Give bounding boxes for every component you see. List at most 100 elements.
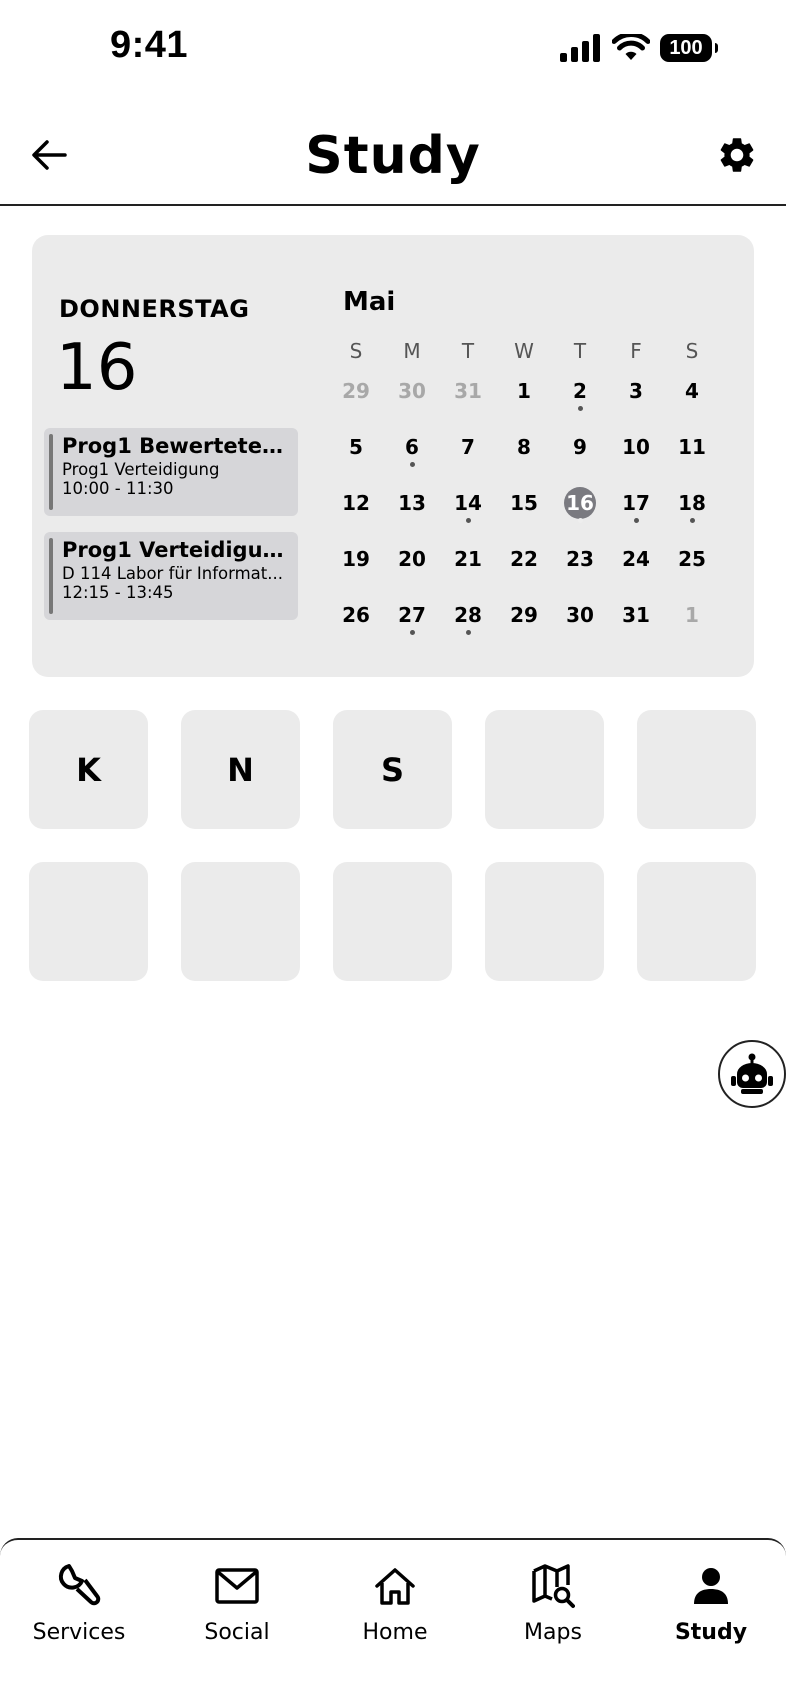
calendar-day[interactable]: 15 — [504, 483, 544, 523]
calendar-day-number: 10 — [622, 435, 650, 459]
calendar-day[interactable]: 21 — [448, 539, 488, 579]
person-icon — [694, 1568, 728, 1604]
calendar-day[interactable]: 3 — [616, 371, 656, 411]
shortcut-tile[interactable] — [485, 862, 604, 981]
calendar-day-number: 17 — [622, 491, 650, 515]
assistant-bot-button[interactable] — [718, 1040, 786, 1108]
calendar-day-number: 9 — [573, 435, 587, 459]
calendar-day-number: 3 — [629, 379, 643, 403]
calendar-day[interactable]: 9 — [560, 427, 600, 467]
calendar-day[interactable]: 29 — [504, 595, 544, 635]
shortcut-tile[interactable] — [29, 862, 148, 981]
tab-label: Maps — [524, 1620, 582, 1645]
tab-study[interactable]: Study — [636, 1562, 786, 1662]
calendar-day[interactable]: 24 — [616, 539, 656, 579]
calendar-day[interactable]: 7 — [448, 427, 488, 467]
calendar-day-number: 26 — [342, 603, 370, 627]
tab-social[interactable]: Social — [162, 1562, 312, 1662]
gear-icon — [720, 138, 754, 172]
calendar-day[interactable]: 14 — [448, 483, 488, 523]
tab-services[interactable]: Services — [4, 1562, 154, 1662]
calendar-day-number: 14 — [454, 491, 482, 515]
calendar-day-number: 30 — [566, 603, 594, 627]
event-indicator-dot — [578, 518, 583, 523]
shortcut-tile[interactable]: K — [29, 710, 148, 829]
calendar-day[interactable]: 30 — [560, 595, 600, 635]
calendar-day[interactable]: 5 — [336, 427, 376, 467]
calendar-day-number: 21 — [454, 547, 482, 571]
event-card[interactable]: Prog1 Bewerteter ... Prog1 Verteidigung … — [44, 428, 298, 516]
calendar-day-number: 1 — [517, 379, 531, 403]
calendar-day[interactable]: 23 — [560, 539, 600, 579]
weekday-label: W — [514, 339, 534, 363]
calendar-day-number: 2 — [573, 379, 587, 403]
wifi-icon — [612, 34, 650, 60]
calendar-day[interactable]: 20 — [392, 539, 432, 579]
calendar-day-number: 5 — [349, 435, 363, 459]
calendar-day[interactable]: 31 — [448, 371, 488, 411]
event-title: Prog1 Bewerteter ... — [62, 434, 290, 458]
shortcut-tile[interactable] — [637, 862, 756, 981]
weekday-label: M — [403, 339, 421, 363]
calendar-day[interactable]: 29 — [336, 371, 376, 411]
shortcut-tile[interactable]: S — [333, 710, 452, 829]
calendar-day-number: 7 — [461, 435, 475, 459]
tab-home[interactable]: Home — [320, 1562, 470, 1662]
map-search-icon — [532, 1564, 575, 1608]
calendar-day[interactable]: 11 — [672, 427, 712, 467]
calendar-day[interactable]: 28 — [448, 595, 488, 635]
calendar-day[interactable]: 13 — [392, 483, 432, 523]
calendar-day[interactable]: 12 — [336, 483, 376, 523]
calendar-day-number: 29 — [510, 603, 538, 627]
selected-day-number: 16 — [56, 331, 138, 405]
shortcut-tile[interactable] — [333, 862, 452, 981]
shortcut-tile[interactable] — [485, 710, 604, 829]
calendar-day[interactable]: 19 — [336, 539, 376, 579]
calendar-day[interactable]: 4 — [672, 371, 712, 411]
event-indicator-dot — [466, 518, 471, 523]
tab-label: Social — [204, 1620, 270, 1645]
calendar-day[interactable]: 22 — [504, 539, 544, 579]
tab-maps[interactable]: Maps — [478, 1562, 628, 1662]
status-time: 9:41 — [110, 24, 189, 66]
calendar-day-number: 15 — [510, 491, 538, 515]
calendar-day[interactable]: 10 — [616, 427, 656, 467]
calendar-day-number: 11 — [678, 435, 706, 459]
shortcut-tile[interactable]: N — [181, 710, 300, 829]
calendar-day[interactable]: 25 — [672, 539, 712, 579]
event-subtitle: Prog1 Verteidigung — [62, 460, 220, 479]
calendar-day[interactable]: 2 — [560, 371, 600, 411]
event-card[interactable]: Prog1 Verteidigung D 114 Labor für Infor… — [44, 532, 298, 620]
event-indicator-dot — [578, 406, 583, 411]
calendar-day[interactable]: 31 — [616, 595, 656, 635]
calendar-day-number: 28 — [454, 603, 482, 627]
event-indicator-dot — [690, 518, 695, 523]
page-title: Study — [305, 126, 481, 186]
calendar-day[interactable]: 8 — [504, 427, 544, 467]
calendar-day-number: 23 — [566, 547, 594, 571]
calendar-day-number: 16 — [566, 491, 594, 515]
calendar-day-number: 13 — [398, 491, 426, 515]
bottom-tab-bar: Services Social Home Maps Study — [0, 1538, 786, 1704]
calendar-day[interactable]: 26 — [336, 595, 376, 635]
calendar-day-number: 19 — [342, 547, 370, 571]
calendar-day-number: 4 — [685, 379, 699, 403]
wrench-icon — [58, 1564, 101, 1606]
signal-icon — [560, 34, 600, 62]
calendar-day[interactable]: 1 — [672, 595, 712, 635]
calendar-day-number: 6 — [405, 435, 419, 459]
calendar-day[interactable]: 17 — [616, 483, 656, 523]
tab-label: Study — [674, 1620, 748, 1645]
calendar-day-number: 24 — [622, 547, 650, 571]
calendar-day-selected[interactable]: 16 — [560, 483, 600, 523]
shortcut-tile[interactable] — [637, 710, 756, 829]
calendar-day[interactable]: 27 — [392, 595, 432, 635]
settings-button[interactable] — [714, 132, 760, 178]
calendar-day[interactable]: 30 — [392, 371, 432, 411]
shortcut-tile[interactable] — [181, 862, 300, 981]
calendar-day[interactable]: 6 — [392, 427, 432, 467]
calendar-day-number: 27 — [398, 603, 426, 627]
calendar-day-number: 8 — [517, 435, 531, 459]
calendar-day[interactable]: 18 — [672, 483, 712, 523]
calendar-day[interactable]: 1 — [504, 371, 544, 411]
